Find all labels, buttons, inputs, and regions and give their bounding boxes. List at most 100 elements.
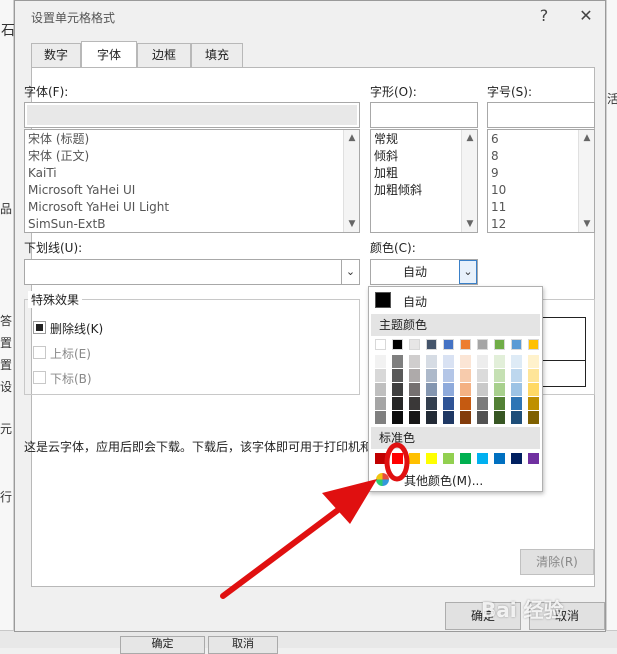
theme-shade-swatch[interactable] xyxy=(426,397,437,410)
theme-shade-swatch[interactable] xyxy=(494,355,505,368)
theme-shade-swatch[interactable] xyxy=(392,411,403,424)
theme-shade-swatch[interactable] xyxy=(392,355,403,368)
style-list-scrollbar[interactable]: ▲ ▼ xyxy=(461,130,477,232)
font-list-item[interactable]: Microsoft YaHei UI xyxy=(25,182,359,199)
theme-shade-swatch[interactable] xyxy=(477,411,488,424)
theme-shade-swatch[interactable] xyxy=(528,411,539,424)
font-input[interactable] xyxy=(24,102,360,128)
theme-shade-swatch[interactable] xyxy=(511,397,522,410)
theme-shade-swatch[interactable] xyxy=(494,369,505,382)
theme-shade-swatch[interactable] xyxy=(494,397,505,410)
theme-shade-swatch[interactable] xyxy=(409,355,420,368)
scroll-down-icon[interactable]: ▼ xyxy=(462,216,478,232)
standard-color-swatch[interactable] xyxy=(426,453,437,464)
scroll-down-icon[interactable]: ▼ xyxy=(579,216,595,232)
scroll-up-icon[interactable]: ▲ xyxy=(579,130,595,146)
theme-shade-swatch[interactable] xyxy=(392,397,403,410)
standard-color-swatch[interactable] xyxy=(443,453,454,464)
superscript-checkbox[interactable] xyxy=(33,346,46,359)
theme-shade-swatch[interactable] xyxy=(392,369,403,382)
theme-shade-swatch[interactable] xyxy=(375,369,386,382)
chevron-down-icon[interactable]: ⌄ xyxy=(341,260,359,284)
theme-color-swatch[interactable] xyxy=(443,339,454,350)
theme-shade-swatch[interactable] xyxy=(460,397,471,410)
scroll-up-icon[interactable]: ▲ xyxy=(344,130,360,146)
theme-shade-swatch[interactable] xyxy=(511,355,522,368)
font-list-item[interactable]: KaiTi xyxy=(25,165,359,182)
theme-shade-swatch[interactable] xyxy=(477,397,488,410)
tab-fill[interactable]: 填充 xyxy=(191,43,243,67)
theme-shade-swatch[interactable] xyxy=(392,383,403,396)
theme-color-swatch[interactable] xyxy=(409,339,420,350)
auto-color-option[interactable]: 自动 xyxy=(371,289,540,311)
theme-shade-swatch[interactable] xyxy=(375,355,386,368)
font-list-item[interactable]: SimSun-ExtB xyxy=(25,216,359,233)
theme-shade-swatch[interactable] xyxy=(477,355,488,368)
theme-shade-swatch[interactable] xyxy=(528,355,539,368)
theme-shade-swatch[interactable] xyxy=(511,383,522,396)
theme-shade-swatch[interactable] xyxy=(494,383,505,396)
font-list-scrollbar[interactable]: ▲ ▼ xyxy=(343,130,359,232)
font-list[interactable]: 宋体 (标题) 宋体 (正文) KaiTi Microsoft YaHei UI… xyxy=(24,129,360,233)
standard-color-swatch[interactable] xyxy=(528,453,539,464)
size-list-scrollbar[interactable]: ▲ ▼ xyxy=(578,130,594,232)
theme-color-swatch[interactable] xyxy=(511,339,522,350)
strikethrough-checkbox[interactable] xyxy=(33,321,46,334)
underline-select[interactable]: ⌄ xyxy=(24,259,360,285)
subscript-checkbox[interactable] xyxy=(33,371,46,384)
theme-shade-swatch[interactable] xyxy=(426,355,437,368)
theme-color-swatch[interactable] xyxy=(392,339,403,350)
standard-color-swatch[interactable] xyxy=(409,453,420,464)
theme-color-swatch[interactable] xyxy=(494,339,505,350)
theme-shade-swatch[interactable] xyxy=(460,355,471,368)
theme-color-swatch[interactable] xyxy=(477,339,488,350)
chevron-down-icon[interactable]: ⌄ xyxy=(459,260,477,284)
clear-button[interactable]: 清除(R) xyxy=(520,549,594,575)
theme-shade-swatch[interactable] xyxy=(375,411,386,424)
theme-shade-swatch[interactable] xyxy=(443,397,454,410)
theme-shade-swatch[interactable] xyxy=(460,411,471,424)
standard-color-swatch[interactable] xyxy=(392,453,403,464)
scroll-down-icon[interactable]: ▼ xyxy=(344,216,360,232)
standard-color-swatch[interactable] xyxy=(460,453,471,464)
theme-shade-swatch[interactable] xyxy=(443,383,454,396)
theme-color-swatch[interactable] xyxy=(460,339,471,350)
theme-shade-swatch[interactable] xyxy=(443,411,454,424)
theme-shade-swatch[interactable] xyxy=(528,383,539,396)
font-list-item[interactable]: 宋体 (标题) xyxy=(25,131,359,148)
size-input[interactable] xyxy=(487,102,595,128)
theme-color-swatch[interactable] xyxy=(375,339,386,350)
style-input[interactable] xyxy=(370,102,478,128)
more-colors-option[interactable]: 其他颜色(M)... xyxy=(371,469,540,489)
theme-shade-swatch[interactable] xyxy=(511,411,522,424)
standard-color-swatch[interactable] xyxy=(511,453,522,464)
scroll-up-icon[interactable]: ▲ xyxy=(462,130,478,146)
theme-shade-swatch[interactable] xyxy=(528,369,539,382)
style-list[interactable]: 常规 倾斜 加粗 加粗倾斜 ▲ ▼ xyxy=(370,129,478,233)
font-list-item[interactable]: 宋体 (正文) xyxy=(25,148,359,165)
theme-shade-swatch[interactable] xyxy=(375,383,386,396)
theme-shade-swatch[interactable] xyxy=(477,383,488,396)
tab-number[interactable]: 数字 xyxy=(31,43,81,67)
font-list-item[interactable]: Microsoft YaHei UI Light xyxy=(25,199,359,216)
theme-color-swatch[interactable] xyxy=(426,339,437,350)
theme-shade-swatch[interactable] xyxy=(409,397,420,410)
theme-shade-swatch[interactable] xyxy=(443,369,454,382)
theme-shade-swatch[interactable] xyxy=(426,383,437,396)
close-button[interactable]: ✕ xyxy=(572,5,600,27)
tab-border[interactable]: 边框 xyxy=(137,43,191,67)
standard-color-swatch[interactable] xyxy=(477,453,488,464)
theme-shade-swatch[interactable] xyxy=(409,411,420,424)
theme-shade-swatch[interactable] xyxy=(426,369,437,382)
help-button[interactable]: ? xyxy=(530,5,558,27)
theme-shade-swatch[interactable] xyxy=(460,369,471,382)
theme-shade-swatch[interactable] xyxy=(494,411,505,424)
theme-shade-swatch[interactable] xyxy=(477,369,488,382)
theme-shade-swatch[interactable] xyxy=(443,355,454,368)
standard-color-swatch[interactable] xyxy=(375,453,386,464)
theme-shade-swatch[interactable] xyxy=(375,397,386,410)
theme-shade-swatch[interactable] xyxy=(426,411,437,424)
theme-shade-swatch[interactable] xyxy=(528,397,539,410)
size-list[interactable]: 6 8 9 10 11 12 ▲ ▼ xyxy=(487,129,595,233)
theme-color-swatch[interactable] xyxy=(528,339,539,350)
